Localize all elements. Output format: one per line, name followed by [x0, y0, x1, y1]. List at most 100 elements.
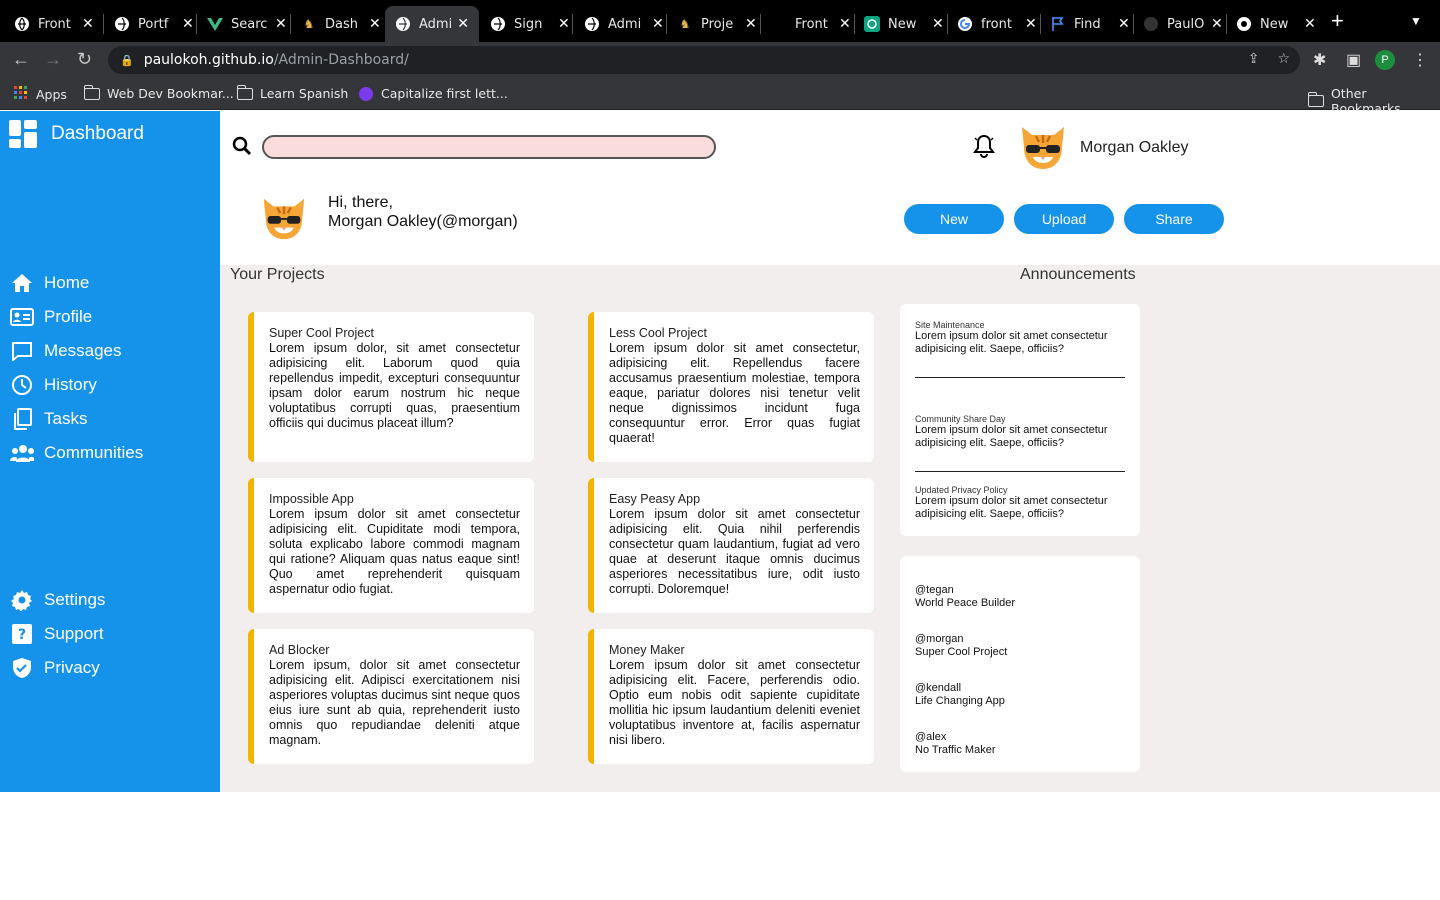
- browser-tab[interactable]: New ✕: [1236, 6, 1316, 42]
- close-icon[interactable]: ✕: [82, 16, 94, 32]
- close-icon[interactable]: ✕: [457, 16, 469, 32]
- browser-tab[interactable]: PaulO ✕: [1143, 6, 1223, 42]
- browser-tab[interactable]: Searc ✕: [207, 6, 287, 42]
- announcement-item[interactable]: Updated Privacy Policy Lorem ipsum dolor…: [915, 485, 1125, 521]
- globe-icon: [490, 16, 506, 32]
- sidebar-item-messages[interactable]: Messages: [10, 339, 121, 363]
- folder-icon: [236, 84, 253, 100]
- close-icon[interactable]: ✕: [1211, 16, 1223, 32]
- sidebar-item-support[interactable]: ? Support: [10, 622, 104, 646]
- sidebar-item-home[interactable]: Home: [10, 271, 89, 295]
- project-description: Lorem ipsum dolor sit amet consectetur a…: [609, 658, 860, 747]
- profile-avatar[interactable]: P: [1375, 50, 1395, 70]
- gear-icon: [10, 588, 34, 612]
- extensions-icon[interactable]: ✱: [1313, 50, 1326, 70]
- sidebar-item-communities[interactable]: Communities: [10, 441, 143, 465]
- sidebar-item-tasks[interactable]: Tasks: [10, 407, 87, 431]
- search-icon[interactable]: [232, 136, 252, 161]
- close-icon[interactable]: ✕: [745, 16, 757, 32]
- header: Morgan Oakley Hi, there, Morgan Oakley(@…: [220, 111, 1440, 265]
- sidebar: Dashboard Home Profile Messages History …: [0, 111, 220, 792]
- close-icon[interactable]: ✕: [932, 16, 944, 32]
- new-tab-button[interactable]: +: [1331, 10, 1344, 32]
- menu-icon[interactable]: ⋮: [1412, 50, 1428, 70]
- brand[interactable]: Dashboard: [9, 120, 144, 148]
- dashboard-logo-icon: [9, 120, 37, 148]
- trending-item[interactable]: @tegan World Peace Builder: [915, 584, 1015, 610]
- chatgpt-icon: [864, 16, 880, 32]
- share-icon[interactable]: ⇪: [1248, 51, 1260, 67]
- odin-icon: ♞: [679, 17, 691, 31]
- close-icon[interactable]: ✕: [558, 16, 570, 32]
- announcement-item[interactable]: Site Maintenance Lorem ipsum dolor sit a…: [915, 320, 1125, 356]
- search-input[interactable]: [262, 135, 716, 159]
- trending-item[interactable]: @alex No Traffic Maker: [915, 731, 996, 757]
- star-icon[interactable]: ☆: [1277, 51, 1290, 67]
- project-card[interactable]: Money Maker Lorem ipsum dolor sit amet c…: [588, 629, 874, 764]
- browser-tab[interactable]: Front ✕: [771, 6, 851, 42]
- page-footer-space: [0, 792, 1440, 900]
- close-icon[interactable]: ✕: [1304, 16, 1316, 32]
- project-card[interactable]: Impossible App Lorem ipsum dolor sit ame…: [248, 478, 534, 613]
- address-bar[interactable]: 🔒 paulokoh.github.io/Admin-Dashboard/ ⇪ ☆: [108, 46, 1300, 74]
- bookmark-folder[interactable]: Learn Spanish: [236, 84, 348, 101]
- close-icon[interactable]: ✕: [839, 16, 851, 32]
- browser-tab-active[interactable]: Admi ✕: [385, 6, 479, 42]
- avatar[interactable]: [1016, 119, 1070, 173]
- divider: [915, 377, 1125, 378]
- close-icon[interactable]: ✕: [1118, 16, 1130, 32]
- reload-icon[interactable]: ↻: [77, 50, 92, 68]
- bookmark-link[interactable]: Capitalize first lett...: [359, 86, 508, 101]
- bookmark-apps[interactable]: Apps: [14, 86, 67, 103]
- browser-tab[interactable]: Find ✕: [1050, 6, 1130, 42]
- project-card[interactable]: Super Cool Project Lorem ipsum dolor, si…: [248, 312, 534, 462]
- browser-tab[interactable]: Portf ✕: [114, 6, 194, 42]
- browser-tab[interactable]: ♞ Proje ✕: [677, 6, 757, 42]
- forward-icon[interactable]: →: [44, 50, 62, 68]
- question-icon: ?: [10, 622, 34, 646]
- browser-tab[interactable]: Sign ✕: [490, 6, 570, 42]
- close-icon[interactable]: ✕: [275, 16, 287, 32]
- sidebar-item-settings[interactable]: Settings: [10, 588, 105, 612]
- browser-tab[interactable]: Front ✕: [14, 6, 94, 42]
- bell-icon[interactable]: [972, 133, 996, 164]
- odin-icon: ♞: [303, 17, 315, 31]
- new-button[interactable]: New: [904, 204, 1004, 234]
- chevron-down-icon[interactable]: ▼: [1410, 14, 1422, 28]
- trending-item[interactable]: @kendall Life Changing App: [915, 682, 1005, 708]
- project-description: Lorem ipsum dolor sit amet consectetur a…: [269, 507, 520, 596]
- project-description: Lorem ipsum, dolor sit amet consectetur …: [269, 658, 520, 747]
- sidebar-item-privacy[interactable]: Privacy: [10, 656, 100, 680]
- trending-handle: @tegan: [915, 584, 954, 596]
- trending-project: Life Changing App: [915, 695, 1005, 707]
- browser-tab[interactable]: ♞ Dash ✕: [301, 6, 381, 42]
- close-icon[interactable]: ✕: [182, 16, 194, 32]
- project-card[interactable]: Ad Blocker Lorem ipsum, dolor sit amet c…: [248, 629, 534, 764]
- side-panel-icon[interactable]: ▣: [1346, 50, 1361, 70]
- trending-item[interactable]: @morgan Super Cool Project: [915, 633, 1007, 659]
- sidebar-item-history[interactable]: History: [10, 373, 97, 397]
- close-icon[interactable]: ✕: [369, 16, 381, 32]
- sidebar-item-profile[interactable]: Profile: [10, 305, 92, 329]
- project-card[interactable]: Easy Peasy App Lorem ipsum dolor sit ame…: [588, 478, 874, 613]
- announcement-item[interactable]: Community Share Day Lorem ipsum dolor si…: [915, 414, 1125, 450]
- back-icon[interactable]: ←: [12, 50, 30, 68]
- project-title: Ad Blocker: [269, 643, 330, 657]
- upload-button[interactable]: Upload: [1014, 204, 1114, 234]
- browser-tab[interactable]: front ✕: [957, 6, 1037, 42]
- browser-tab[interactable]: New ✕: [864, 6, 944, 42]
- user-handle: Morgan Oakley(@morgan): [328, 213, 518, 230]
- share-button[interactable]: Share: [1124, 204, 1224, 234]
- announcement-title: Community Share Day: [915, 414, 1006, 424]
- folder-icon: [1307, 92, 1324, 107]
- project-card[interactable]: Less Cool Project Lorem ipsum dolor sit …: [588, 312, 874, 462]
- close-icon[interactable]: ✕: [652, 16, 664, 32]
- user-name: Morgan Oakley: [1080, 139, 1189, 156]
- trending-handle: @alex: [915, 731, 947, 743]
- trending-handle: @morgan: [915, 633, 964, 645]
- bookmark-folder[interactable]: Web Dev Bookmar...: [83, 84, 234, 101]
- clock-icon: [10, 373, 34, 397]
- browser-tab[interactable]: Admi ✕: [584, 6, 664, 42]
- globe-icon: [114, 16, 130, 32]
- close-icon[interactable]: ✕: [1025, 16, 1037, 32]
